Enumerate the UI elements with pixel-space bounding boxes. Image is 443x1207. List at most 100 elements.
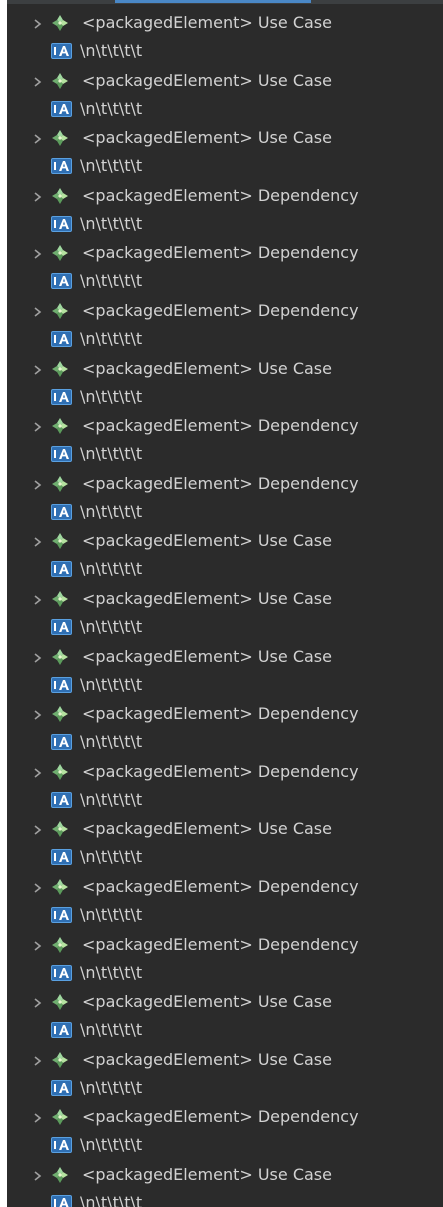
- tree-item-text-value[interactable]: \n\t\t\t\t: [7, 902, 443, 930]
- chevron-right-icon[interactable]: [30, 876, 48, 900]
- tree-item-packaged-element[interactable]: <packagedElement> Use Case: [7, 355, 443, 383]
- uml-element-icon: [51, 993, 69, 1011]
- tree-item-packaged-element[interactable]: <packagedElement> Use Case: [7, 527, 443, 555]
- chevron-right-icon[interactable]: [30, 1049, 48, 1073]
- tree-item-text-value[interactable]: \n\t\t\t\t: [7, 960, 443, 988]
- element-label: <packagedElement> Dependency: [82, 876, 359, 896]
- tree-item-text-value[interactable]: \n\t\t\t\t: [7, 268, 443, 296]
- chevron-right-icon[interactable]: [30, 473, 48, 497]
- uml-element-icon: [51, 820, 69, 838]
- tree-item-text-value[interactable]: \n\t\t\t\t: [7, 384, 443, 412]
- tree-item-text-value[interactable]: \n\t\t\t\t: [7, 1017, 443, 1045]
- chevron-right-icon[interactable]: [30, 12, 48, 36]
- chevron-right-icon[interactable]: [30, 646, 48, 670]
- uml-element-icon: [51, 1108, 69, 1126]
- text-attribute-icon: [51, 273, 72, 290]
- tree-item-packaged-element[interactable]: <packagedElement> Dependency: [7, 412, 443, 440]
- tree-item-text-value[interactable]: \n\t\t\t\t: [7, 153, 443, 181]
- tree-item-text-value[interactable]: \n\t\t\t\t: [7, 441, 443, 469]
- chevron-right-icon[interactable]: [30, 761, 48, 785]
- text-value-label: \n\t\t\t\t: [80, 98, 143, 118]
- tree-node: <packagedElement> Dependency \n\t\t\t\t: [7, 700, 443, 758]
- text-value-label: \n\t\t\t\t: [80, 444, 143, 464]
- tree-item-text-value[interactable]: \n\t\t\t\t: [7, 614, 443, 642]
- chevron-right-icon[interactable]: [30, 415, 48, 439]
- model-tree-panel: <packagedElement> Use Case \n\t\t\t\t <pac…: [7, 0, 443, 1207]
- tree-item-packaged-element[interactable]: <packagedElement> Use Case: [7, 9, 443, 37]
- chevron-right-icon[interactable]: [30, 703, 48, 727]
- tree-item-text-value[interactable]: \n\t\t\t\t: [7, 96, 443, 124]
- tree-item-packaged-element[interactable]: <packagedElement> Dependency: [7, 873, 443, 901]
- chevron-right-icon[interactable]: [30, 127, 48, 151]
- chevron-right-icon[interactable]: [30, 185, 48, 209]
- text-value-label: \n\t\t\t\t: [80, 386, 143, 406]
- chevron-right-icon[interactable]: [30, 588, 48, 612]
- chevron-right-icon[interactable]: [30, 300, 48, 324]
- tree-item-packaged-element[interactable]: <packagedElement> Dependency: [7, 470, 443, 498]
- tree-item-packaged-element[interactable]: <packagedElement> Dependency: [7, 239, 443, 267]
- element-label: <packagedElement> Use Case: [82, 13, 332, 32]
- chevron-right-icon[interactable]: [30, 1106, 48, 1130]
- tree-item-text-value[interactable]: \n\t\t\t\t: [7, 326, 443, 354]
- tree-item-packaged-element[interactable]: <packagedElement> Use Case: [7, 1046, 443, 1074]
- tree-item-packaged-element[interactable]: <packagedElement> Use Case: [7, 1161, 443, 1189]
- chevron-right-icon[interactable]: [30, 991, 48, 1015]
- uml-element-icon: [51, 936, 69, 954]
- tree-item-text-value[interactable]: \n\t\t\t\t: [7, 787, 443, 815]
- text-attribute-icon: [51, 330, 72, 347]
- tree-item-packaged-element[interactable]: <packagedElement> Use Case: [7, 815, 443, 843]
- tree-item-packaged-element[interactable]: <packagedElement> Dependency: [7, 297, 443, 325]
- tree-item-packaged-element[interactable]: <packagedElement> Dependency: [7, 931, 443, 959]
- element-label: <packagedElement> Dependency: [82, 300, 359, 320]
- tree-node: <packagedElement> Use Case \n\t\t\t\t: [7, 9, 443, 67]
- tree-node: <packagedElement> Dependency \n\t\t\t\t: [7, 182, 443, 240]
- tree-node: <packagedElement> Dependency \n\t\t\t\t: [7, 873, 443, 931]
- text-attribute-icon: [51, 388, 72, 405]
- text-attribute-icon: [51, 503, 72, 520]
- tree-item-text-value[interactable]: \n\t\t\t\t: [7, 1190, 443, 1207]
- tree-item-text-value[interactable]: \n\t\t\t\t: [7, 211, 443, 239]
- chevron-right-icon[interactable]: [30, 934, 48, 958]
- text-value-label: \n\t\t\t\t: [80, 904, 143, 924]
- text-attribute-icon: [51, 215, 72, 232]
- tree-item-packaged-element[interactable]: <packagedElement> Use Case: [7, 988, 443, 1016]
- uml-element-icon: [51, 532, 69, 550]
- tree-item-text-value[interactable]: \n\t\t\t\t: [7, 729, 443, 757]
- uml-element-icon: [51, 648, 69, 666]
- tree-item-text-value[interactable]: \n\t\t\t\t: [7, 556, 443, 584]
- tree-item-text-value[interactable]: \n\t\t\t\t: [7, 1132, 443, 1160]
- tree-item-text-value[interactable]: \n\t\t\t\t: [7, 844, 443, 872]
- element-label: <packagedElement> Dependency: [82, 473, 359, 493]
- tree-item-text-value[interactable]: \n\t\t\t\t: [7, 499, 443, 527]
- tree-node: <packagedElement> Dependency \n\t\t\t\t: [7, 470, 443, 528]
- tree-item-text-value[interactable]: \n\t\t\t\t: [7, 672, 443, 700]
- chevron-right-icon[interactable]: [30, 242, 48, 266]
- tree-item-packaged-element[interactable]: <packagedElement> Use Case: [7, 585, 443, 613]
- text-attribute-icon: [51, 1194, 72, 1207]
- text-value-label: \n\t\t\t\t: [80, 616, 143, 636]
- chevron-right-icon[interactable]: [30, 358, 48, 382]
- chevron-right-icon[interactable]: [30, 818, 48, 842]
- tree-item-text-value[interactable]: \n\t\t\t\t: [7, 1075, 443, 1103]
- text-value-label: \n\t\t\t\t: [80, 962, 143, 982]
- tree-node: <packagedElement> Dependency \n\t\t\t\t: [7, 297, 443, 355]
- tree-item-packaged-element[interactable]: <packagedElement> Use Case: [7, 67, 443, 95]
- tree-item-packaged-element[interactable]: <packagedElement> Dependency: [7, 700, 443, 728]
- text-value-label: \n\t\t\t\t: [80, 501, 143, 521]
- text-value-label: \n\t\t\t\t: [80, 1020, 143, 1040]
- tree-item-packaged-element[interactable]: <packagedElement> Dependency: [7, 1103, 443, 1131]
- tree-item-packaged-element[interactable]: <packagedElement> Dependency: [7, 182, 443, 210]
- uml-element-icon: [51, 360, 69, 378]
- tree-item-packaged-element[interactable]: <packagedElement> Dependency: [7, 758, 443, 786]
- tree-item-packaged-element[interactable]: <packagedElement> Use Case: [7, 124, 443, 152]
- chevron-right-icon[interactable]: [30, 1164, 48, 1188]
- uml-element-icon: [51, 417, 69, 435]
- tree-item-packaged-element[interactable]: <packagedElement> Use Case: [7, 643, 443, 671]
- tree-item-text-value[interactable]: \n\t\t\t\t: [7, 38, 443, 66]
- text-attribute-icon: [51, 561, 72, 578]
- text-value-label: \n\t\t\t\t: [80, 328, 143, 348]
- chevron-right-icon[interactable]: [30, 70, 48, 94]
- element-label: <packagedElement> Use Case: [82, 70, 332, 90]
- chevron-right-icon[interactable]: [30, 530, 48, 554]
- element-label: <packagedElement> Dependency: [82, 934, 359, 954]
